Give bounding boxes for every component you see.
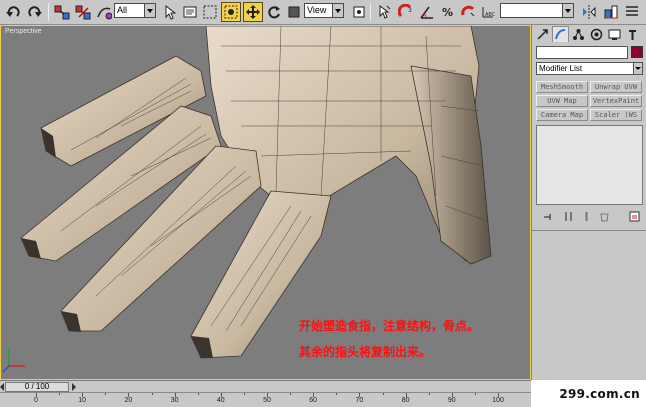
track-tick: [197, 393, 199, 395]
utilities-tab-icon[interactable]: [624, 26, 641, 42]
parameters-rollout: [532, 230, 646, 380]
track-tick: [105, 393, 107, 395]
named-selection-icon[interactable]: ABC: [478, 2, 498, 22]
modifier-button-vertexpaint[interactable]: VertexPaint: [590, 95, 642, 107]
motion-tab-icon[interactable]: [588, 26, 605, 42]
reference-coordinate-value: View: [307, 5, 327, 15]
create-tab-icon[interactable]: [534, 26, 551, 42]
modifier-button-unwrap-uvw[interactable]: Unwrap UVW: [590, 81, 642, 93]
track-tick-label: 50: [263, 397, 271, 404]
selection-filter-value: All: [117, 5, 128, 15]
pin-stack-icon[interactable]: [542, 210, 554, 222]
watermark: 299.com.cn: [531, 380, 646, 407]
select-manipulate-icon[interactable]: [374, 2, 394, 22]
rect-selection-icon[interactable]: [200, 2, 220, 22]
modifier-list-label: Modifier List: [539, 64, 583, 73]
object-name-field[interactable]: [536, 46, 628, 59]
svg-text:3: 3: [408, 7, 412, 14]
move-icon[interactable]: [243, 2, 263, 22]
select-link-icon[interactable]: [52, 2, 72, 22]
pivot-icon[interactable]: [349, 2, 369, 22]
redo-icon[interactable]: [25, 2, 45, 22]
modifier-button-scaler[interactable]: Scaler (WS: [590, 109, 642, 121]
modifier-button-camera-map[interactable]: Camera Map: [536, 109, 588, 121]
hierarchy-tab-icon[interactable]: [570, 26, 587, 42]
named-selection-dropdown[interactable]: [500, 3, 574, 18]
previous-frame-icon[interactable]: [0, 383, 4, 391]
chevron-down-icon: [562, 4, 573, 17]
toolbar-separator: [48, 3, 49, 21]
tutorial-caption-line-1: 开始塑造食指，注意结构，骨点。: [299, 319, 480, 333]
remove-modifier-icon[interactable]: [598, 210, 610, 222]
time-slider[interactable]: 0 / 100: [0, 380, 531, 392]
track-tick: [151, 393, 153, 395]
svg-text:ABC: ABC: [485, 12, 496, 18]
chevron-down-icon: [332, 4, 343, 17]
chevron-down-icon: [144, 4, 155, 17]
modifier-button-meshsmooth[interactable]: MeshSmooth: [536, 81, 588, 93]
window-crossing-icon[interactable]: [221, 2, 241, 22]
main-toolbar: All View 3 % ABC: [0, 0, 646, 25]
align-icon[interactable]: [601, 2, 621, 22]
make-unique-icon[interactable]: [580, 210, 592, 222]
modifier-list-dropdown[interactable]: Modifier List: [536, 62, 643, 75]
track-tick: [336, 393, 338, 395]
track-tick-label: 20: [124, 397, 133, 404]
track-tick: [382, 393, 384, 395]
snap-3d-icon[interactable]: 3: [396, 2, 416, 22]
unlink-icon[interactable]: [73, 2, 93, 22]
reference-coordinate-dropdown[interactable]: View: [304, 3, 344, 18]
svg-text:%: %: [442, 6, 453, 19]
show-end-result-icon[interactable]: [562, 210, 574, 222]
scale-icon[interactable]: [284, 2, 304, 22]
track-tick-label: 100: [492, 397, 504, 404]
object-color-swatch[interactable]: [631, 46, 643, 58]
next-frame-icon[interactable]: [72, 383, 76, 391]
track-tick-label: 90: [447, 397, 456, 404]
tutorial-caption-line-2: 其余的指头将复制出来。: [299, 345, 432, 359]
angle-snap-icon[interactable]: [417, 2, 437, 22]
modifier-stack-list[interactable]: [536, 125, 643, 205]
watermark-text: 299.com.cn: [559, 386, 640, 401]
selection-filter-dropdown[interactable]: All: [114, 3, 156, 18]
track-tick: [59, 393, 61, 395]
time-slider-thumb[interactable]: 0 / 100: [5, 382, 69, 392]
track-tick-label: 10: [78, 397, 87, 404]
configure-modifier-sets-icon[interactable]: [628, 210, 640, 222]
rotate-icon[interactable]: [264, 2, 284, 22]
toolbar-separator: [370, 3, 371, 21]
track-tick-label: 60: [309, 397, 318, 404]
track-tick: [290, 393, 292, 395]
track-tick: [474, 393, 476, 395]
command-panel-tabs: [534, 25, 644, 43]
display-tab-icon[interactable]: [606, 26, 623, 42]
modifier-button-uvw-map[interactable]: UVW Map: [536, 95, 588, 107]
modify-tab-icon[interactable]: [552, 26, 569, 42]
spinner-snap-icon[interactable]: [458, 2, 478, 22]
track-tick: [243, 393, 245, 395]
track-bar[interactable]: 0 10 20 30 40 50 60 70 80 90 100: [0, 392, 531, 407]
perspective-viewport[interactable]: Perspective 开始塑造食指，注意结构，骨点。 其余的指头将复制出来。: [0, 25, 531, 380]
undo-icon[interactable]: [3, 2, 23, 22]
mirror-icon[interactable]: [579, 2, 599, 22]
track-tick: [428, 393, 430, 395]
modifier-stack-tools: [536, 208, 643, 224]
track-tick-label: 40: [216, 397, 225, 404]
track-tick-label: 0: [34, 397, 38, 404]
viewport-label[interactable]: Perspective: [5, 28, 42, 35]
curve-editor-icon[interactable]: [622, 2, 642, 22]
select-object-icon[interactable]: [160, 2, 180, 22]
track-tick-label: 30: [170, 397, 179, 404]
track-tick-label: 80: [401, 397, 410, 404]
track-tick-label: 70: [355, 397, 364, 404]
bind-space-warp-icon[interactable]: [94, 2, 114, 22]
percent-snap-icon[interactable]: %: [438, 2, 458, 22]
select-by-name-icon[interactable]: [180, 2, 200, 22]
chevron-down-icon: [633, 63, 642, 74]
axis-tripod-icon: [2, 348, 25, 373]
command-panel: Modifier List MeshSmooth Unwrap UVW UVW …: [531, 25, 646, 380]
